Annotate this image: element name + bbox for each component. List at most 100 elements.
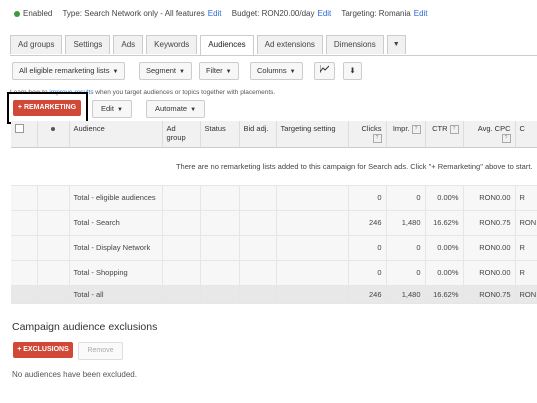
impr-cell: 1,480	[386, 210, 426, 236]
empty-message-text: There are no remarketing lists added to …	[175, 161, 533, 171]
status-header[interactable]: Status	[200, 121, 240, 148]
help-icon[interactable]: ?	[449, 124, 459, 134]
download-button[interactable]: ⬇	[343, 62, 362, 80]
empty-message: There are no remarketing lists added to …	[11, 147, 537, 186]
remarketing-lists-filter-select[interactable]: All eligible remarketing lists ▼	[12, 62, 126, 80]
table-row: Total - Search 246 1,480 16.62% RON0.75 …	[11, 210, 537, 236]
edit-button[interactable]: Edit ▼	[92, 100, 132, 118]
impr-label: Impr.	[392, 124, 410, 133]
add-exclusions-button[interactable]: + EXCLUSIONS	[13, 342, 73, 358]
tab-ads[interactable]: Ads	[113, 35, 144, 54]
row-label: Total - eligible audiences	[69, 185, 163, 211]
row-label: Total - Search	[69, 210, 163, 236]
filter-label: Filter	[206, 66, 223, 75]
status-dot-header	[37, 121, 70, 148]
cost-cell: RON	[515, 210, 537, 236]
cpc-cell: RON0.00	[463, 260, 516, 286]
chevron-down-icon: ▼	[179, 69, 185, 75]
remove-button[interactable]: Remove	[78, 342, 123, 360]
table-row-total: Total - all 246 1,480 16.62% RON0.75 RON	[11, 285, 537, 304]
cpc-cell: RON0.75	[463, 210, 516, 236]
clicks-cell: 246	[348, 210, 387, 236]
table-row: Total - Shopping 0 0 0.00% RON0.00 R	[11, 260, 537, 286]
avg-cpc-label: Avg. CPC	[477, 124, 511, 133]
impr-cell: 1,480	[386, 285, 426, 304]
ctr-header[interactable]: CTR?	[425, 121, 464, 148]
select-all-cell[interactable]	[11, 121, 38, 148]
columns-button[interactable]: Columns ▼	[250, 62, 303, 80]
segment-button[interactable]: Segment ▼	[139, 62, 192, 80]
select-all-checkbox[interactable]	[15, 124, 24, 133]
more-tabs-dropdown[interactable]: ▼	[386, 35, 406, 54]
tab-settings[interactable]: Settings	[65, 35, 111, 54]
help-icon[interactable]: ?	[501, 133, 511, 143]
table-row: Total - Display Network 0 0 0.00% RON0.0…	[11, 235, 537, 261]
ad-group-header[interactable]: Ad group	[162, 121, 201, 148]
ctr-cell: 0.00%	[425, 260, 464, 286]
campaign-status-line: Enabled Type: Search Network only - All …	[14, 9, 428, 18]
enabled-status-icon	[14, 10, 20, 17]
avg-cpc-header[interactable]: Avg. CPC?	[463, 121, 516, 148]
tab-ad-extensions[interactable]: Ad extensions	[256, 35, 323, 54]
campaign-tabs: Ad groups Settings Ads Keywords Audience…	[10, 35, 409, 55]
chevron-down-icon: ▼	[392, 41, 400, 48]
edit-budget-link[interactable]: Edit	[317, 9, 331, 18]
no-exclusions-text: No audiences have been excluded.	[12, 370, 137, 379]
cost-cell: R	[515, 260, 537, 286]
filter-button[interactable]: Filter ▼	[199, 62, 239, 80]
cost-header[interactable]: C	[515, 121, 537, 148]
tab-ad-groups[interactable]: Ad groups	[10, 35, 63, 54]
clicks-cell: 246	[348, 285, 387, 304]
download-icon: ⬇	[349, 66, 356, 75]
audience-header[interactable]: Audience	[69, 121, 163, 148]
edit-label: Edit	[101, 104, 114, 113]
cost-cell: RON	[515, 285, 537, 304]
chevron-down-icon: ▼	[289, 69, 296, 75]
tab-audiences[interactable]: Audiences	[200, 35, 254, 55]
automate-label: Automate	[155, 104, 188, 113]
chevron-down-icon: ▼	[225, 69, 232, 75]
cost-cell: R	[515, 185, 537, 211]
impr-cell: 0	[386, 185, 426, 211]
table-header-row: Audience Ad group Status Bid adj. Target…	[11, 121, 537, 148]
edit-targeting-link[interactable]: Edit	[414, 9, 428, 18]
automate-button[interactable]: Automate ▼	[146, 100, 206, 118]
chevron-down-icon: ▼	[112, 69, 119, 75]
clicks-label: Clicks	[361, 124, 382, 133]
campaign-type: Type: Search Network only - All features	[62, 9, 205, 18]
row-label: Total - Display Network	[69, 235, 163, 261]
chevron-down-icon: ▼	[190, 107, 197, 113]
chevron-down-icon: ▼	[116, 107, 123, 113]
impr-header[interactable]: Impr.?	[386, 121, 426, 148]
chart-toggle-button[interactable]	[314, 62, 335, 80]
row-label: Total - Shopping	[69, 260, 163, 286]
segment-label: Segment	[146, 66, 177, 75]
targeting-setting-header[interactable]: Targeting setting	[276, 121, 349, 148]
help-icon[interactable]: ?	[372, 133, 382, 143]
impr-cell: 0	[386, 260, 426, 286]
tab-dimensions[interactable]: Dimensions	[325, 35, 384, 54]
ctr-cell: 0.00%	[425, 235, 464, 261]
tab-keywords[interactable]: Keywords	[146, 35, 198, 54]
highlight-box	[7, 92, 88, 124]
campaign-budget: Budget: RON20.00/day	[231, 9, 315, 18]
clicks-cell: 0	[348, 260, 387, 286]
ctr-cell: 0.00%	[425, 185, 464, 211]
help-icon[interactable]: ?	[411, 124, 421, 134]
clicks-cell: 0	[348, 235, 387, 261]
ctr-label: CTR	[432, 124, 448, 133]
empty-message-row: There are no remarketing lists added to …	[11, 147, 537, 186]
table-row: Total - eligible audiences 0 0 0.00% RON…	[11, 185, 537, 211]
cpc-cell: RON0.00	[463, 185, 516, 211]
bid-adj-header[interactable]: Bid adj.	[239, 121, 277, 148]
cpc-cell: RON0.75	[463, 285, 516, 304]
clicks-cell: 0	[348, 185, 387, 211]
status-dot-icon	[51, 127, 55, 131]
filter-select-label: All eligible remarketing lists	[19, 66, 110, 75]
columns-label: Columns	[257, 66, 287, 75]
learn-post: when you target audiences or topics toge…	[95, 89, 276, 96]
ctr-cell: 16.62%	[425, 285, 464, 304]
edit-type-link[interactable]: Edit	[208, 9, 222, 18]
clicks-header[interactable]: Clicks?	[348, 121, 387, 148]
tab-divider	[10, 55, 537, 56]
